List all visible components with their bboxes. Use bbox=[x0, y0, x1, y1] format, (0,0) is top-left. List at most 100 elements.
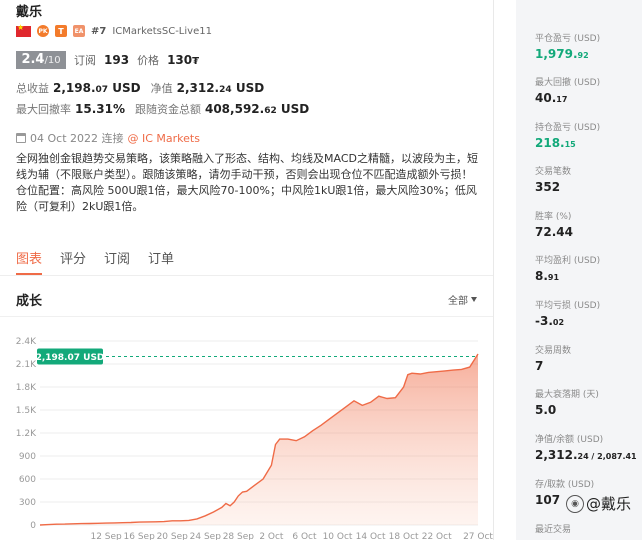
stat-value: 218.15 bbox=[535, 136, 576, 150]
broker-link[interactable]: @ IC Markets bbox=[128, 132, 200, 145]
range-filter-dropdown[interactable]: 全部 bbox=[448, 292, 477, 307]
y-tick-label: 1.8K bbox=[16, 383, 37, 393]
x-tick-label: 20 Sep bbox=[157, 532, 189, 540]
profit-equity-row: 总收益 2,198.07 USD 净值 2,312.24 USD bbox=[16, 80, 264, 96]
pk-badge-icon: PK bbox=[37, 25, 49, 37]
series-area bbox=[40, 354, 478, 525]
x-tick-label: 27 Oct bbox=[463, 532, 493, 540]
stat-label: 平仓盈亏 (USD) bbox=[535, 34, 601, 44]
tab-chart[interactable]: 图表 bbox=[16, 248, 42, 267]
max-drawdown-label: 最大回撤率 bbox=[16, 103, 71, 116]
stat-value: 2,312.24 / 2,087.41 bbox=[535, 448, 637, 462]
equity-value: 2,312.24 USD bbox=[176, 81, 265, 95]
stat-label: 交易笔数 bbox=[535, 167, 572, 177]
stat-value: 72.44 bbox=[535, 225, 573, 239]
watermark: ◉ @戴乐 bbox=[566, 493, 631, 514]
subscribe-count: 193 bbox=[104, 53, 130, 67]
x-tick-label: 14 Oct bbox=[356, 532, 386, 540]
wechat-icon: ◉ bbox=[566, 494, 584, 513]
price-label: 价格 bbox=[137, 54, 160, 67]
x-tick-label: 28 Sep bbox=[223, 532, 255, 540]
y-tick-label: 1.2K bbox=[16, 429, 37, 439]
stat-label: 存/取款 (USD) bbox=[535, 480, 595, 490]
stat-item: 交易笔数 352 bbox=[535, 164, 571, 194]
panel-gap bbox=[494, 0, 516, 540]
y-tick-label: 300 bbox=[19, 498, 36, 508]
tab-subscribe[interactable]: 订阅 bbox=[104, 248, 130, 267]
trader-rank: #7 bbox=[91, 25, 107, 37]
description-paragraph-1: 全网独创金银趋势交易策略，该策略融入了形态、结构、均线及MACD之精髓，以波段为… bbox=[16, 152, 478, 181]
total-profit-label: 总收益 bbox=[16, 82, 49, 95]
x-tick-label: 6 Oct bbox=[292, 532, 317, 540]
calendar-icon bbox=[16, 133, 26, 143]
y-tick-label: 900 bbox=[19, 452, 36, 462]
tabs-divider bbox=[0, 275, 493, 276]
strategy-description: 全网独创金银趋势交易策略，该策略融入了形态、结构、均线及MACD之精髓，以波段为… bbox=[16, 151, 481, 215]
trader-profile-panel: 戴乐 PK T EA #7 ICMarketsSC-Live11 2.4 /10… bbox=[0, 0, 493, 540]
score-value: 2.4 bbox=[21, 52, 45, 67]
connected-date: 04 Oct 2022 连接 bbox=[30, 132, 124, 145]
description-paragraph-2: 仓位配置：高风险 500U跟1倍，最大风险70-100%；中风险1kU跟1倍，最… bbox=[16, 184, 477, 213]
y-tick-label: 2.4K bbox=[16, 337, 37, 347]
subscribe-label: 订阅 bbox=[74, 54, 96, 67]
stat-label: 胜率 (%) bbox=[535, 212, 572, 222]
y-tick-label: 600 bbox=[19, 475, 36, 485]
score-badge: 2.4 /10 bbox=[16, 51, 66, 69]
growth-chart: 0 300 600 900 1.2K 1.5K 1.8K 2.1K 2.4K 12 Sep 16 S… bbox=[16, 337, 493, 540]
stat-item: 平均盈利 (USD) 8.91 bbox=[535, 253, 600, 283]
stat-value: -3.02 bbox=[535, 314, 565, 328]
score-max: /10 bbox=[44, 55, 61, 66]
x-tick-label: 12 Sep bbox=[90, 532, 122, 540]
trader-name: 戴乐 bbox=[16, 5, 43, 20]
watermark-text: @戴乐 bbox=[586, 495, 632, 513]
stat-value: 5.0 bbox=[535, 403, 557, 417]
connection-meta: 04 Oct 2022 连接 @ IC Markets bbox=[16, 130, 200, 146]
stat-value: 8.91 bbox=[535, 269, 560, 283]
follow-funds-label: 跟随资金总额 bbox=[134, 103, 201, 116]
stat-value: 40.17 bbox=[535, 91, 568, 105]
equity-label: 净值 bbox=[150, 82, 173, 95]
stat-item: 平均亏损 (USD) -3.02 bbox=[535, 298, 600, 328]
chevron-down-icon bbox=[471, 297, 477, 302]
ea-badge-icon: EA bbox=[73, 25, 85, 37]
stat-label: 净值/余额 (USD) bbox=[535, 435, 604, 445]
tab-orders[interactable]: 订单 bbox=[148, 248, 174, 267]
stat-value: 7 bbox=[535, 359, 544, 373]
china-flag-icon bbox=[16, 23, 31, 37]
tab-rating[interactable]: 评分 bbox=[60, 248, 86, 267]
stat-item: 最大回撤 (USD) 40.17 bbox=[535, 75, 600, 105]
stat-label: 平均盈利 (USD) bbox=[535, 256, 601, 266]
stat-label: 平均亏损 (USD) bbox=[535, 301, 601, 311]
drawdown-funds-row: 最大回撤率 15.31% 跟随资金总额 408,592.62 USD bbox=[16, 101, 309, 117]
y-tick-label: 1.5K bbox=[16, 406, 37, 416]
profile-tabs: 图表 评分 订阅 订单 bbox=[16, 248, 174, 267]
x-tick-label: 18 Oct bbox=[389, 532, 419, 540]
x-tick-label: 2 Oct bbox=[259, 532, 284, 540]
y-tick-label: 0 bbox=[30, 521, 36, 531]
stat-item: 平仓盈亏 (USD) 1,979.92 bbox=[535, 31, 600, 61]
current-value-label: 2,198.07 USD bbox=[36, 353, 105, 363]
stat-value: 352 bbox=[535, 180, 561, 194]
stat-label: 最大回撤 (USD) bbox=[535, 78, 601, 88]
stat-item: 最近交易 bbox=[535, 522, 571, 535]
stat-label: 持仓盈亏 (USD) bbox=[535, 123, 601, 133]
total-profit-value: 2,198.07 USD bbox=[53, 81, 141, 95]
stat-label: 最近交易 bbox=[535, 525, 572, 535]
growth-title: 成长 bbox=[16, 294, 43, 309]
stat-item: 交易周数 7 bbox=[535, 343, 571, 373]
trader-server: ICMarketsSC-Live11 bbox=[112, 25, 212, 37]
x-tick-label: 10 Oct bbox=[323, 532, 353, 540]
rating-row: 2.4 /10 订阅 193 价格 130₮ bbox=[16, 51, 199, 69]
y-tick-label: 2.1K bbox=[16, 360, 37, 370]
stat-item: 最大衰落期 (天) 5.0 bbox=[535, 387, 599, 417]
t-badge-icon: T bbox=[55, 25, 67, 37]
chart-divider bbox=[0, 316, 493, 317]
stat-item: 净值/余额 (USD) 2,312.24 / 2,087.41 bbox=[535, 432, 637, 462]
x-tick-label: 16 Sep bbox=[124, 532, 156, 540]
range-filter-label: 全部 bbox=[448, 296, 468, 307]
max-drawdown-value: 15.31% bbox=[75, 102, 125, 116]
stat-item: 持仓盈亏 (USD) 218.15 bbox=[535, 120, 600, 150]
stat-item: 胜率 (%) 72.44 bbox=[535, 209, 573, 239]
trader-badges: PK T EA #7 ICMarketsSC-Live11 bbox=[16, 23, 212, 38]
x-tick-label: 24 Sep bbox=[190, 532, 222, 540]
